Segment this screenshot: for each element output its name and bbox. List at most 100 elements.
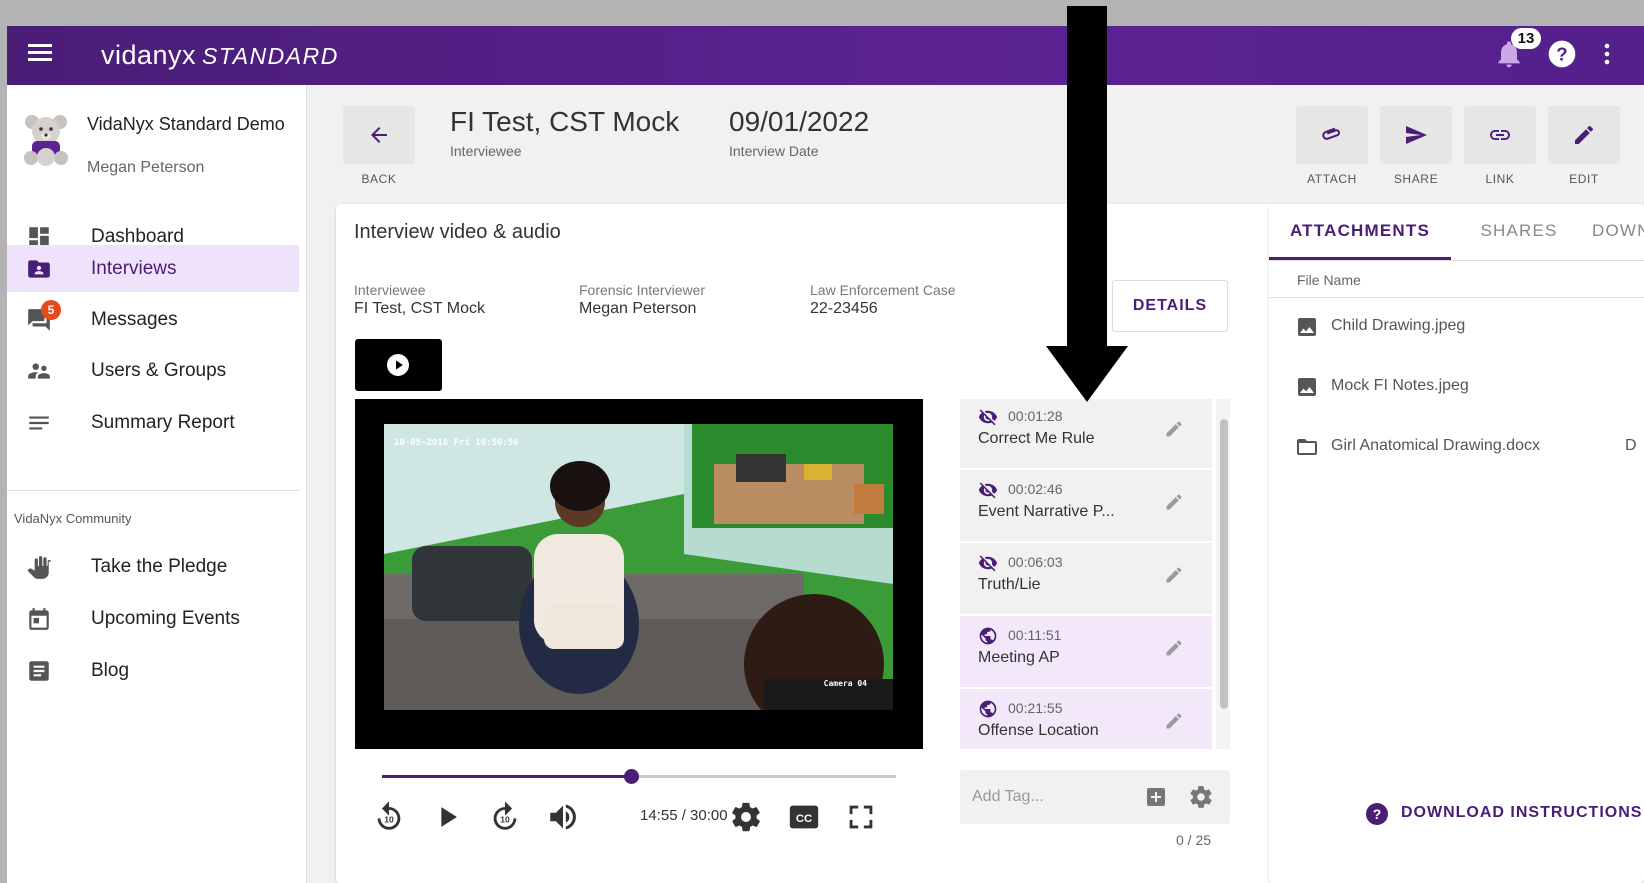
- video-audio-card: Interview video & audio Interviewee FI T…: [336, 204, 1398, 883]
- folder-icon: [1297, 439, 1317, 455]
- fullscreen-icon[interactable]: [844, 800, 878, 834]
- summary-lines-icon: [26, 410, 52, 436]
- interviewee-title: FI Test, CST Mock: [450, 106, 680, 137]
- tab-divider: [1269, 260, 1644, 261]
- video-progress-track[interactable]: [382, 769, 896, 784]
- tab-attachments[interactable]: ATTACHMENTS: [1269, 204, 1451, 260]
- attach-button[interactable]: [1296, 106, 1368, 164]
- edit-button[interactable]: [1548, 106, 1620, 164]
- play-icon[interactable]: [430, 800, 464, 834]
- tab-downloads[interactable]: DOWN: [1592, 204, 1644, 260]
- camera-label: Camera 04: [823, 679, 867, 688]
- edit-pencil-icon[interactable]: [1164, 565, 1184, 585]
- logo-brand: vidanyx: [101, 40, 197, 70]
- attach-label: ATTACH: [1307, 172, 1357, 186]
- sidebar-item-upcoming-events[interactable]: Upcoming Events: [7, 595, 299, 642]
- file-name: Mock FI Notes.jpeg: [1331, 377, 1469, 394]
- svg-text:10: 10: [500, 815, 510, 825]
- community-section-label: VidaNyx Community: [14, 511, 132, 526]
- meta-label-forensic-interviewer: Forensic Interviewer: [579, 282, 706, 298]
- sidebar-item-interviews[interactable]: Interviews: [7, 245, 299, 292]
- arrow-back-icon: [371, 127, 387, 143]
- top-bar: vidanyx STANDARD 13 ?: [7, 26, 1644, 85]
- org-profile: VidaNyx Standard Demo Megan Peterson: [7, 85, 307, 189]
- send-icon: [1406, 126, 1427, 144]
- meta-value-forensic-interviewer: Megan Peterson: [579, 300, 697, 317]
- back-label: BACK: [361, 172, 397, 186]
- closed-caption-icon[interactable]: CC: [787, 800, 821, 834]
- org-name: VidaNyx Standard Demo: [87, 114, 285, 134]
- file-row[interactable]: Girl Anatomical Drawing.docx D: [1269, 419, 1644, 479]
- add-box-icon[interactable]: [1144, 785, 1168, 809]
- share-label: SHARE: [1393, 172, 1439, 186]
- edit-pencil-icon[interactable]: [1164, 638, 1184, 658]
- globe-public-icon: [979, 700, 997, 718]
- file-row[interactable]: Mock FI Notes.jpeg: [1269, 359, 1644, 419]
- tag-item[interactable]: 00:01:28 Correct Me Rule: [960, 399, 1212, 470]
- more-vert-icon[interactable]: [1601, 38, 1633, 70]
- tag-name: Correct Me Rule: [978, 430, 1095, 447]
- download-instructions-label: DOWNLOAD INSTRUCTIONS: [1401, 804, 1643, 821]
- forward-10-icon[interactable]: 10: [488, 800, 522, 834]
- details-button[interactable]: DETAILS: [1112, 280, 1228, 332]
- file-row[interactable]: Child Drawing.jpeg: [1269, 299, 1644, 359]
- user-name: Megan Peterson: [87, 159, 205, 176]
- tag-item[interactable]: 00:02:46 Event Narrative P...: [960, 470, 1212, 543]
- sidebar-item-label: Messages: [91, 308, 178, 330]
- edit-pencil-icon[interactable]: [1164, 711, 1184, 731]
- svg-text:CC: CC: [796, 813, 812, 825]
- messages-badge: 5: [41, 300, 61, 320]
- video-progress-fill: [382, 775, 632, 778]
- mini-play-button[interactable]: [355, 339, 442, 391]
- interview-room-scene: [384, 424, 893, 710]
- link-button[interactable]: [1464, 106, 1536, 164]
- visibility-off-icon: [978, 409, 998, 426]
- tag-item[interactable]: 00:06:03 Truth/Lie: [960, 543, 1212, 616]
- svg-text:?: ?: [1556, 44, 1567, 65]
- sidebar-item-take-the-pledge[interactable]: Take the Pledge: [7, 543, 299, 590]
- sidebar-item-blog[interactable]: Blog: [7, 647, 299, 694]
- video-player[interactable]: 10-05-2018 Fri 10:50:56 Camera 04: [355, 399, 923, 749]
- tag-name: Event Narrative P...: [978, 503, 1115, 520]
- tag-item[interactable]: 00:21:55 Offense Location: [960, 689, 1212, 749]
- meta-value-case: 22-23456: [810, 300, 878, 317]
- meta-label-case: Law Enforcement Case: [810, 282, 956, 298]
- sidebar-item-summary-report[interactable]: Summary Report: [7, 399, 299, 446]
- replay-10-icon[interactable]: 10: [372, 800, 406, 834]
- meta-label-interviewee: Interviewee: [354, 282, 426, 298]
- hand-icon: [26, 554, 52, 580]
- app-logo[interactable]: vidanyx STANDARD: [101, 40, 339, 71]
- edit-pencil-icon: [1575, 125, 1593, 144]
- sidebar-item-label: Summary Report: [91, 411, 235, 433]
- video-progress-knob[interactable]: [624, 769, 640, 784]
- volume-icon[interactable]: [546, 800, 580, 834]
- tag-time: 00:02:46: [1008, 481, 1063, 497]
- back-button[interactable]: [343, 106, 415, 164]
- edit-pencil-icon[interactable]: [1164, 492, 1184, 512]
- help-icon[interactable]: ?: [1546, 38, 1578, 70]
- sidebar: VidaNyx Standard Demo Megan Peterson Das…: [7, 85, 307, 883]
- tab-shares[interactable]: SHARES: [1469, 204, 1569, 260]
- globe-public-icon: [979, 627, 997, 645]
- tag-time: 00:01:28: [1008, 408, 1063, 424]
- hamburger-menu-icon[interactable]: [25, 40, 55, 70]
- tag-list-scrollbar[interactable]: [1216, 399, 1230, 749]
- tag-time: 00:11:51: [1008, 627, 1062, 643]
- tag-settings-gear-icon[interactable]: [1188, 784, 1214, 810]
- tag-item[interactable]: 00:11:51 Meeting AP: [960, 616, 1212, 689]
- sidebar-item-messages[interactable]: 5 Messages: [7, 296, 299, 343]
- sidebar-item-users-groups[interactable]: Users & Groups: [7, 347, 299, 394]
- edit-pencil-icon[interactable]: [1164, 419, 1184, 439]
- add-tag-input[interactable]: [972, 784, 1132, 810]
- teddy-bear-logo: [21, 113, 71, 167]
- link-label: LINK: [1485, 172, 1515, 186]
- tag-counter: 0 / 25: [1176, 832, 1212, 848]
- attach-icon: [1322, 127, 1341, 140]
- calendar-icon: [26, 606, 52, 632]
- notification-count-badge: 13: [1511, 28, 1541, 49]
- settings-gear-icon[interactable]: [729, 800, 763, 834]
- tag-time: 00:21:55: [1008, 700, 1063, 716]
- scrollbar-thumb[interactable]: [1220, 419, 1228, 709]
- file-name: Child Drawing.jpeg: [1331, 317, 1466, 334]
- share-button[interactable]: [1380, 106, 1452, 164]
